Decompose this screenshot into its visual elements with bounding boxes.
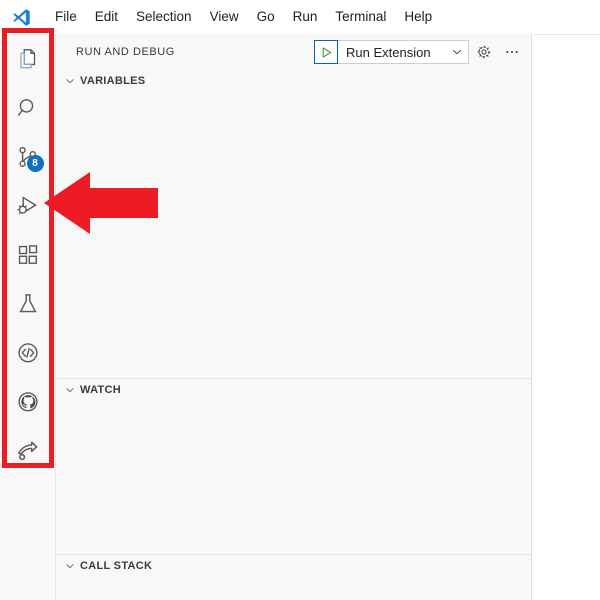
vscode-logo-icon: [6, 0, 36, 34]
ellipsis-icon: [506, 50, 518, 54]
menu-item-view[interactable]: View: [201, 5, 248, 29]
activity-bar: 8: [0, 34, 56, 600]
section-label-variables: VARIABLES: [80, 75, 146, 87]
play-triangle-icon: [322, 46, 331, 58]
section-header-call-stack[interactable]: CALL STACK: [56, 555, 531, 577]
page-title: RUN AND DEBUG: [76, 46, 175, 58]
section-header-variables[interactable]: VARIABLES: [56, 70, 531, 92]
open-launch-config-button[interactable]: [471, 39, 497, 65]
share-arrow-icon: [17, 440, 37, 460]
section-header-watch[interactable]: WATCH: [56, 379, 531, 401]
chevron-down-icon: [62, 560, 78, 572]
debug-launch-control: Run Extension: [314, 40, 469, 64]
section-watch: WATCH: [56, 378, 531, 554]
sidebar-header: RUN AND DEBUG Run Extension: [56, 34, 531, 70]
section-variables: VARIABLES: [56, 70, 531, 378]
vscode-window: File Edit Selection View Go Run Terminal…: [0, 0, 600, 600]
code-brackets-circle-icon: [17, 342, 38, 362]
sidebar-item-extensions[interactable]: [0, 230, 56, 279]
start-debugging-button[interactable]: [314, 40, 338, 64]
sidebar-item-remote-explorer[interactable]: [0, 328, 56, 377]
menu-items: File Edit Selection View Go Run Terminal…: [46, 5, 441, 29]
menu-item-edit[interactable]: Edit: [86, 5, 127, 29]
more-actions-button[interactable]: [499, 39, 525, 65]
run-and-debug-icon: [16, 195, 37, 214]
extensions-icon: [18, 244, 37, 264]
sidebar-item-source-control[interactable]: 8: [0, 132, 56, 181]
menu-item-terminal[interactable]: Terminal: [326, 5, 395, 29]
chevron-down-icon: [62, 75, 78, 87]
menu-bar: File Edit Selection View Go Run Terminal…: [0, 0, 600, 34]
section-call-stack: CALL STACK: [56, 554, 531, 600]
menu-item-help[interactable]: Help: [395, 5, 441, 29]
files-icon: [19, 48, 35, 68]
debug-configuration-value[interactable]: Run Extension: [338, 45, 446, 60]
run-and-debug-sidebar: RUN AND DEBUG Run Extension VARIABLES WA…: [56, 34, 532, 600]
section-body-watch: [56, 401, 531, 554]
chevron-down-icon: [62, 384, 78, 396]
menu-item-run[interactable]: Run: [284, 5, 327, 29]
sidebar-item-explorer[interactable]: [0, 34, 56, 83]
github-icon: [17, 391, 38, 411]
source-control-badge: 8: [26, 155, 44, 172]
sidebar-header-actions: Run Extension: [314, 39, 525, 65]
menu-item-file[interactable]: File: [46, 5, 86, 29]
search-icon: [17, 98, 33, 116]
section-label-watch: WATCH: [80, 384, 122, 396]
sidebar-item-search[interactable]: [0, 83, 56, 132]
section-body-variables: [56, 92, 531, 378]
section-label-call-stack: CALL STACK: [80, 560, 153, 572]
beaker-icon: [18, 293, 37, 312]
gear-icon: [477, 45, 491, 59]
sidebar-item-github[interactable]: [0, 377, 56, 426]
sidebar-item-testing[interactable]: [0, 279, 56, 328]
sidebar-item-live-share[interactable]: [0, 426, 56, 475]
editor-area: [533, 34, 600, 600]
sidebar-item-run-and-debug[interactable]: [0, 181, 56, 230]
section-body-call-stack: [56, 577, 531, 600]
editor-top-rule: [533, 34, 600, 35]
menu-item-selection[interactable]: Selection: [127, 5, 201, 29]
menu-item-go[interactable]: Go: [248, 5, 284, 29]
chevron-down-icon[interactable]: [446, 46, 468, 58]
